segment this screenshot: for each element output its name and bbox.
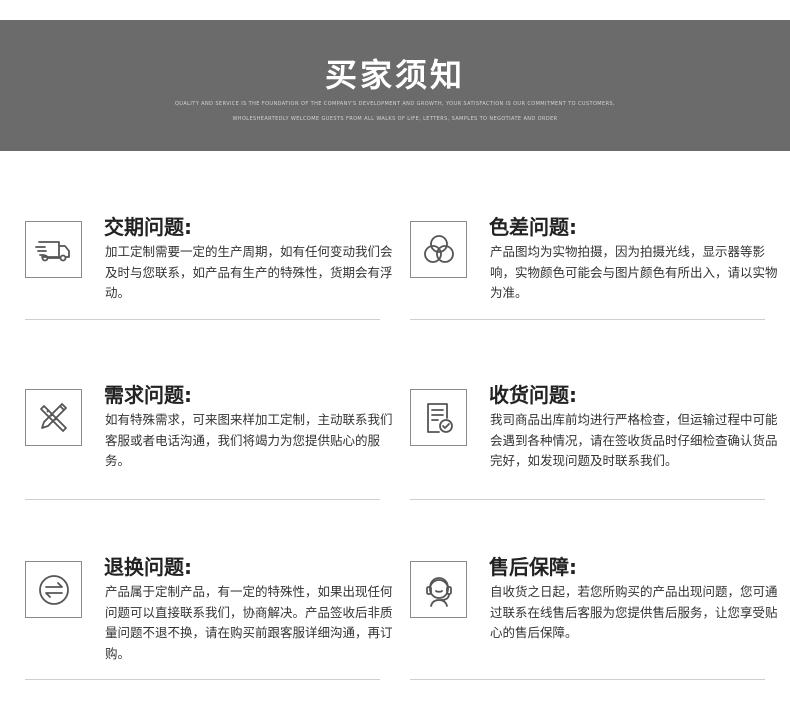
divider: [410, 319, 765, 320]
item-title: 售后保障:: [489, 555, 577, 579]
divider: [25, 679, 380, 680]
item-title: 交期问题:: [104, 215, 192, 239]
page-title: 买家须知: [324, 56, 465, 94]
banner-subtitle: QUALITY AND SERVICE IS THE FOUNDATION OF…: [174, 101, 616, 107]
item-text: 产品属于定制产品，有一定的特殊性，如果出现任何问题可以直接联系我们，协商解决。产…: [105, 584, 393, 661]
item-title: 色差问题:: [489, 215, 577, 239]
item-text: 产品图均为实物拍摄，因为拍摄光线，显示器等影响，实物颜色可能会与图片颜色有所出入…: [490, 244, 778, 300]
item-text: 如有特殊需求，可来图来样加工定制，主动联系我们客服或者电话沟通，我们将竭力为您提…: [105, 412, 393, 468]
pencil-ruler-icon: [25, 389, 82, 446]
divider: [410, 679, 765, 680]
item-title: 退换问题:: [104, 555, 192, 579]
header-banner: 买家须知 QUALITY AND SERVICE IS THE FOUNDATI…: [0, 20, 790, 151]
item-text: 我司商品出库前均进行严格检查，但运输过程中可能会遇到各种情况，请在签收货品时仔细…: [490, 412, 778, 468]
item-text: 加工定制需要一定的生产周期，如有任何变动我们会及时与您联系，如产品有生产的特殊性…: [105, 244, 393, 300]
item-title: 需求问题:: [104, 383, 192, 407]
checklist-icon: [410, 389, 467, 446]
divider: [25, 319, 380, 320]
item-text: 自收货之日起，若您所购买的产品出现问题，您可通过联系在线售后客服为您提供售后服务…: [490, 584, 778, 640]
exchange-arrows-icon: [25, 561, 82, 618]
divider: [410, 499, 765, 500]
delivery-truck-icon: [25, 221, 82, 278]
item-title: 收货问题:: [489, 383, 577, 407]
divider: [25, 499, 380, 500]
customer-service-icon: [410, 561, 467, 618]
banner-subtitle: WHOLESHEARTEDLY WELCOME GUESTS FROM ALL …: [232, 116, 558, 122]
color-circles-icon: [410, 221, 467, 278]
